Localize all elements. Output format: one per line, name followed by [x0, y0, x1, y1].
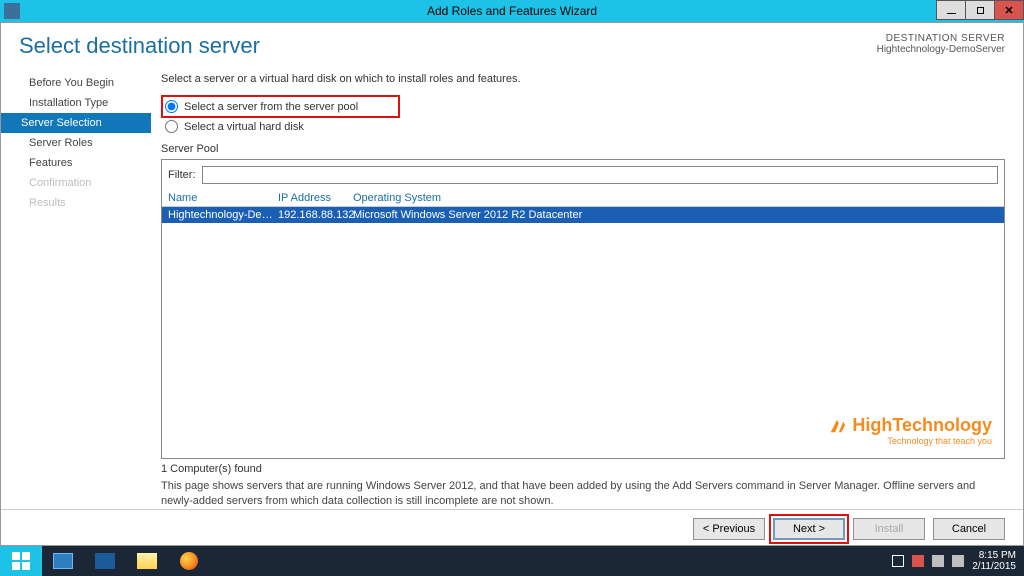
server-grid-header: Name IP Address Operating System [162, 190, 1004, 207]
tray-volume-icon[interactable] [952, 555, 964, 567]
previous-button[interactable]: < Previous [693, 518, 765, 540]
wizard-window: Select destination server DESTINATION SE… [0, 22, 1024, 546]
taskbar-explorer[interactable] [126, 546, 168, 576]
watermark-tagline: Technology that teach you [887, 436, 992, 446]
taskbar: 8:15 PM 2/11/2015 [0, 546, 1024, 576]
tray-network-icon[interactable] [932, 555, 944, 567]
destination-value: Hightechnology-DemoServer [877, 44, 1005, 55]
watermark-icon [828, 417, 846, 435]
taskbar-firefox[interactable] [168, 546, 210, 576]
destination-label: DESTINATION SERVER [877, 33, 1005, 44]
windows-logo-icon [12, 552, 30, 570]
destination-info: DESTINATION SERVER Hightechnology-DemoSe… [877, 33, 1005, 55]
nav-server-selection[interactable]: Server Selection [1, 113, 151, 133]
close-button[interactable]: ✕ [994, 0, 1024, 20]
watermark: HighTechnology Technology that teach you [852, 415, 992, 446]
intro-text: Select a server or a virtual hard disk o… [161, 73, 1005, 85]
action-center-icon[interactable] [892, 555, 904, 567]
next-button[interactable]: Next > [773, 518, 845, 540]
taskbar-powershell[interactable] [84, 546, 126, 576]
install-button: Install [853, 518, 925, 540]
wizard-footer: < Previous Next > Install Cancel [1, 509, 1023, 548]
radio-server-pool-label: Select a server from the server pool [184, 101, 358, 113]
system-tray: 8:15 PM 2/11/2015 [884, 546, 1024, 576]
wizard-header: Select destination server DESTINATION SE… [1, 23, 1023, 65]
nav-features[interactable]: Features [1, 153, 151, 173]
col-header-name[interactable]: Name [168, 192, 278, 204]
nav-confirmation: Confirmation [1, 173, 151, 193]
explain-text: This page shows servers that are running… [161, 479, 995, 509]
filter-input[interactable] [202, 166, 999, 184]
tray-icon-1[interactable] [912, 555, 924, 567]
radio-server-pool[interactable] [165, 100, 178, 113]
window-titlebar: Add Roles and Features Wizard ✕ [0, 0, 1024, 22]
start-button[interactable] [0, 546, 42, 576]
taskbar-time: 8:15 PM [972, 550, 1016, 561]
server-row-name: Hightechnology-DemoS... [168, 209, 278, 221]
taskbar-clock[interactable]: 8:15 PM 2/11/2015 [972, 550, 1016, 572]
nav-server-roles[interactable]: Server Roles [1, 133, 151, 153]
watermark-brand: HighTechnology [852, 415, 992, 435]
wizard-nav: Before You Begin Installation Type Serve… [1, 65, 151, 509]
col-header-os[interactable]: Operating System [353, 192, 998, 204]
minimize-button[interactable] [936, 0, 966, 20]
server-pool-label: Server Pool [161, 143, 1005, 155]
nav-installation-type[interactable]: Installation Type [1, 93, 151, 113]
page-title: Select destination server [19, 33, 260, 59]
radio-server-pool-highlight: Select a server from the server pool [161, 95, 400, 118]
taskbar-server-manager[interactable] [42, 546, 84, 576]
filter-label: Filter: [168, 169, 196, 181]
window-buttons: ✕ [937, 0, 1024, 22]
server-row[interactable]: Hightechnology-DemoS... 192.168.88.132 M… [162, 207, 1004, 223]
wizard-content: Select a server or a virtual hard disk o… [151, 65, 1005, 509]
nav-before-you-begin[interactable]: Before You Begin [1, 73, 151, 93]
cancel-button[interactable]: Cancel [933, 518, 1005, 540]
window-title: Add Roles and Features Wizard [0, 4, 1024, 18]
radio-vhd-label: Select a virtual hard disk [184, 121, 304, 133]
server-row-os: Microsoft Windows Server 2012 R2 Datacen… [353, 209, 998, 221]
nav-results: Results [1, 193, 151, 213]
server-row-ip: 192.168.88.132 [278, 209, 353, 221]
server-grid-body: Hightechnology-DemoS... 192.168.88.132 M… [162, 207, 1004, 458]
col-header-ip[interactable]: IP Address [278, 192, 353, 204]
maximize-button[interactable] [965, 0, 995, 20]
taskbar-date: 2/11/2015 [972, 561, 1016, 572]
computers-found: 1 Computer(s) found [161, 463, 1005, 475]
radio-vhd[interactable] [165, 120, 178, 133]
server-pool-box: Filter: Name IP Address Operating System… [161, 159, 1005, 459]
